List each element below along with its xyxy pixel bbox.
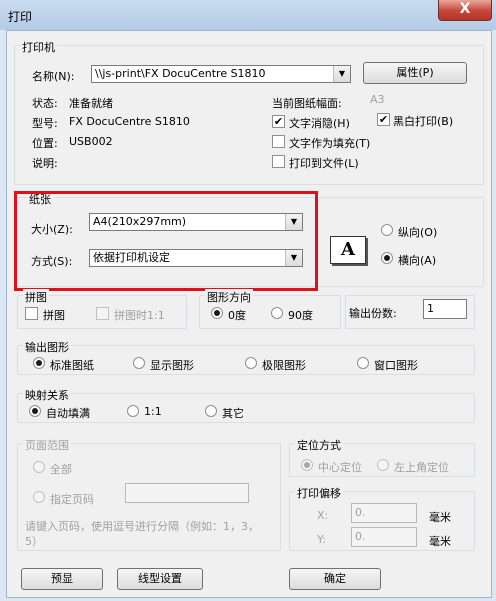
mapping-auto-radio[interactable]: [29, 405, 41, 417]
print-to-file-label: 打印到文件(L): [289, 157, 359, 170]
portrait-label: 纵向(O): [398, 226, 438, 239]
offset-x-input[interactable]: 0.: [351, 503, 417, 523]
current-paper-value: A3: [370, 93, 385, 106]
position-center-radio[interactable]: [301, 459, 313, 471]
title-bar: 打印 X: [0, 0, 496, 30]
tile-label: 拼图: [43, 309, 65, 322]
mapping-1to1-label: 1:1: [144, 405, 162, 418]
rotation-90-label: 90度: [288, 309, 313, 322]
output-limits-label: 极限图形: [262, 359, 306, 372]
close-icon: X: [459, 1, 471, 17]
print-to-file-checkbox[interactable]: [272, 155, 285, 168]
offset-y-unit: 毫米: [429, 535, 451, 548]
line-settings-button[interactable]: 线型设置: [117, 568, 203, 590]
output-legend: 输出图形: [23, 339, 71, 355]
position-top-left-radio[interactable]: [377, 459, 389, 471]
properties-button[interactable]: 属性(P): [363, 62, 467, 84]
landscape-radio[interactable]: [381, 252, 393, 264]
mapping-other-radio[interactable]: [205, 405, 217, 417]
tile-legend: 拼图: [23, 289, 49, 305]
mapping-legend: 映射关系: [23, 387, 71, 403]
rotation-0-label: 0度: [228, 309, 246, 322]
output-display-label: 显示图形: [150, 359, 194, 372]
preview-button[interactable]: 预显: [21, 568, 103, 590]
text-as-fill-checkbox[interactable]: [272, 135, 285, 148]
output-limits-radio[interactable]: [245, 357, 257, 369]
mapping-other-label: 其它: [222, 407, 244, 420]
location-label: 位置:: [32, 137, 58, 150]
comment-label: 说明:: [32, 157, 58, 170]
print-dialog: 打印机 名称(N): \\js-print\FX DocuCentre S181…: [6, 30, 492, 598]
close-button[interactable]: X: [438, 0, 492, 21]
page-all-label: 全部: [50, 463, 72, 476]
output-standard-label: 标准图纸: [50, 359, 94, 372]
output-display-radio[interactable]: [133, 357, 145, 369]
page-range-legend: 页面范围: [23, 437, 71, 453]
rotation-90-radio[interactable]: [271, 307, 283, 319]
printer-legend: 打印机: [20, 39, 57, 55]
page-specified-radio[interactable]: [33, 491, 45, 503]
page-specified-label: 指定页码: [50, 493, 94, 506]
text-as-fill-label: 文字作为填充(T): [289, 137, 371, 150]
output-standard-radio[interactable]: [33, 357, 45, 369]
bw-print-label: 黑白打印(B): [393, 115, 454, 128]
position-top-left-label: 左上角定位: [394, 461, 449, 474]
printer-name-label: 名称(N):: [32, 70, 75, 83]
page-all-radio[interactable]: [33, 461, 45, 473]
bw-print-checkbox[interactable]: ✔: [377, 113, 390, 126]
rotation-0-radio[interactable]: [211, 307, 223, 319]
tile-one-to-one-checkbox[interactable]: [96, 307, 109, 320]
status-value: 准备就绪: [69, 97, 113, 110]
ok-button[interactable]: 确定: [289, 568, 381, 590]
mapping-auto-label: 自动填满: [46, 407, 90, 420]
output-window-label: 窗口图形: [374, 359, 418, 372]
landscape-label: 横向(A): [398, 254, 437, 267]
type-label: 型号:: [32, 117, 58, 130]
printer-name-value: \\js-print\FX DocuCentre S1810: [95, 67, 266, 80]
chevron-down-icon[interactable]: ▼: [333, 66, 350, 82]
offset-y-label: Y:: [317, 533, 326, 546]
location-value: USB002: [69, 135, 113, 148]
text-antialias-checkbox[interactable]: ✔: [272, 115, 285, 128]
mapping-1to1-radio[interactable]: [127, 405, 139, 417]
orientation-letter: A: [341, 239, 355, 260]
portrait-radio[interactable]: [381, 224, 393, 236]
text-antialias-label: 文字消隐(H): [289, 117, 350, 130]
copies-input[interactable]: 1: [423, 299, 467, 319]
offset-y-input[interactable]: 0.: [351, 527, 417, 547]
window-title: 打印: [8, 10, 33, 24]
printer-name-select[interactable]: \\js-print\FX DocuCentre S1810 ▼: [91, 65, 351, 83]
output-window-radio[interactable]: [357, 357, 369, 369]
highlight-frame: [14, 191, 318, 291]
position-center-label: 中心定位: [318, 461, 362, 474]
page-range-hint: 请键入页码，使用逗号进行分隔（例如：1，3，5）: [25, 520, 259, 548]
offset-x-label: X:: [317, 509, 329, 522]
tile-checkbox[interactable]: [25, 307, 38, 320]
copies-label: 输出份数:: [349, 307, 397, 320]
offset-legend: 打印偏移: [295, 485, 343, 501]
orientation-icon: A: [330, 236, 366, 264]
offset-x-unit: 毫米: [429, 511, 451, 524]
page-range-input[interactable]: [125, 483, 249, 503]
rotation-legend: 图形方向: [205, 289, 253, 305]
status-label: 状态:: [32, 97, 58, 110]
current-paper-label: 当前图纸幅面:: [272, 97, 342, 110]
type-value: FX DocuCentre S1810: [69, 115, 190, 128]
position-legend: 定位方式: [295, 437, 343, 453]
tile-one-to-one-label: 拼图时1:1: [114, 309, 165, 322]
